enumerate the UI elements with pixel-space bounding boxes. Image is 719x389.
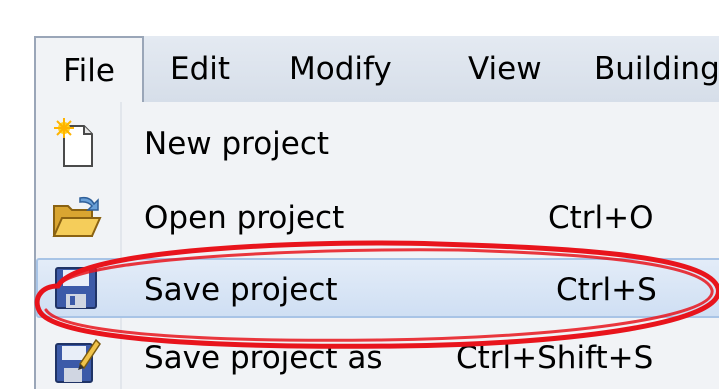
- open-folder-icon: [52, 196, 102, 237]
- new-document-icon: [54, 118, 93, 167]
- file-dropdown-menu: New project Open project Ctrl+O Save pro…: [34, 102, 719, 389]
- menu-modify[interactable]: Modify: [289, 36, 392, 102]
- menu-bar: File Edit Modify View Building: [34, 36, 719, 106]
- menu-file[interactable]: File: [34, 36, 144, 106]
- menu-item-save-project-as[interactable]: Save project as Ctrl+Shift+S: [36, 328, 719, 388]
- menu-item-shortcut: Ctrl+S: [556, 272, 657, 308]
- menu-item-new-project[interactable]: New project: [36, 114, 719, 174]
- menu-item-save-project[interactable]: Save project Ctrl+S: [36, 258, 719, 318]
- menu-item-label: Open project: [144, 200, 345, 236]
- menu-item-shortcut: Ctrl+Shift+S: [456, 340, 654, 376]
- menu-item-label: New project: [144, 126, 330, 162]
- menu-item-label: Save project: [144, 272, 338, 308]
- menu-edit[interactable]: Edit: [170, 36, 230, 102]
- floppy-disk-icon: [55, 267, 97, 309]
- menu-item-label: Save project as: [144, 340, 383, 376]
- save-as-icon: [55, 338, 101, 383]
- menu-item-open-project[interactable]: Open project Ctrl+O: [36, 188, 719, 248]
- menu-view[interactable]: View: [468, 36, 542, 102]
- menu-building[interactable]: Building: [594, 36, 719, 102]
- screenshot-stage: File Edit Modify View Building New proje…: [0, 0, 719, 389]
- menu-item-shortcut: Ctrl+O: [548, 200, 654, 236]
